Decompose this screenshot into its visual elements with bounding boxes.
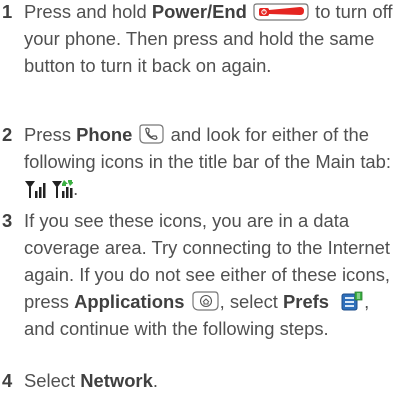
step-text: Press Phone and look for either of the f…: [24, 121, 405, 202]
phone-label: Phone: [76, 124, 133, 145]
network-label: Network: [80, 370, 153, 391]
data-signal-icon: [51, 179, 74, 199]
applications-label: Applications: [74, 291, 185, 312]
signal-strength-icon: [24, 179, 46, 199]
step-4: 4 Select Network.: [0, 367, 405, 394]
step-3: 3 If you see these icons, you are in a d…: [0, 207, 405, 342]
step-number: 2: [2, 124, 13, 145]
prefs-icon: [340, 290, 364, 312]
step-text: Press and hold Power/End to turn off you…: [24, 0, 405, 79]
step-text-part: Press: [24, 124, 72, 145]
power-end-button-icon: [252, 2, 310, 22]
step-text-part: Select: [24, 370, 76, 391]
step-text: If you see these icons, you are in a dat…: [24, 207, 405, 342]
phone-button-icon: [137, 123, 165, 145]
steps-list: 1 Press and hold Power/End to turn off y…: [0, 0, 411, 393]
applications-button-icon: [190, 290, 220, 312]
step-number: 4: [2, 370, 13, 391]
prefs-label: Prefs: [283, 291, 330, 312]
step-1: 1 Press and hold Power/End to turn off y…: [0, 0, 405, 79]
step-text-part: .: [152, 370, 158, 391]
step-text-part: Press and hold: [24, 1, 147, 22]
step-text-part: select: [229, 291, 278, 312]
step-number: 3: [2, 210, 13, 231]
step-text-part: .: [73, 178, 79, 199]
step-2: 2 Press Phone and look for either of the…: [0, 121, 405, 202]
step-text-part: ,: [219, 291, 225, 312]
power-end-label: Power/End: [151, 1, 247, 22]
step-text: Select Network.: [24, 367, 405, 394]
step-number: 1: [2, 1, 13, 22]
